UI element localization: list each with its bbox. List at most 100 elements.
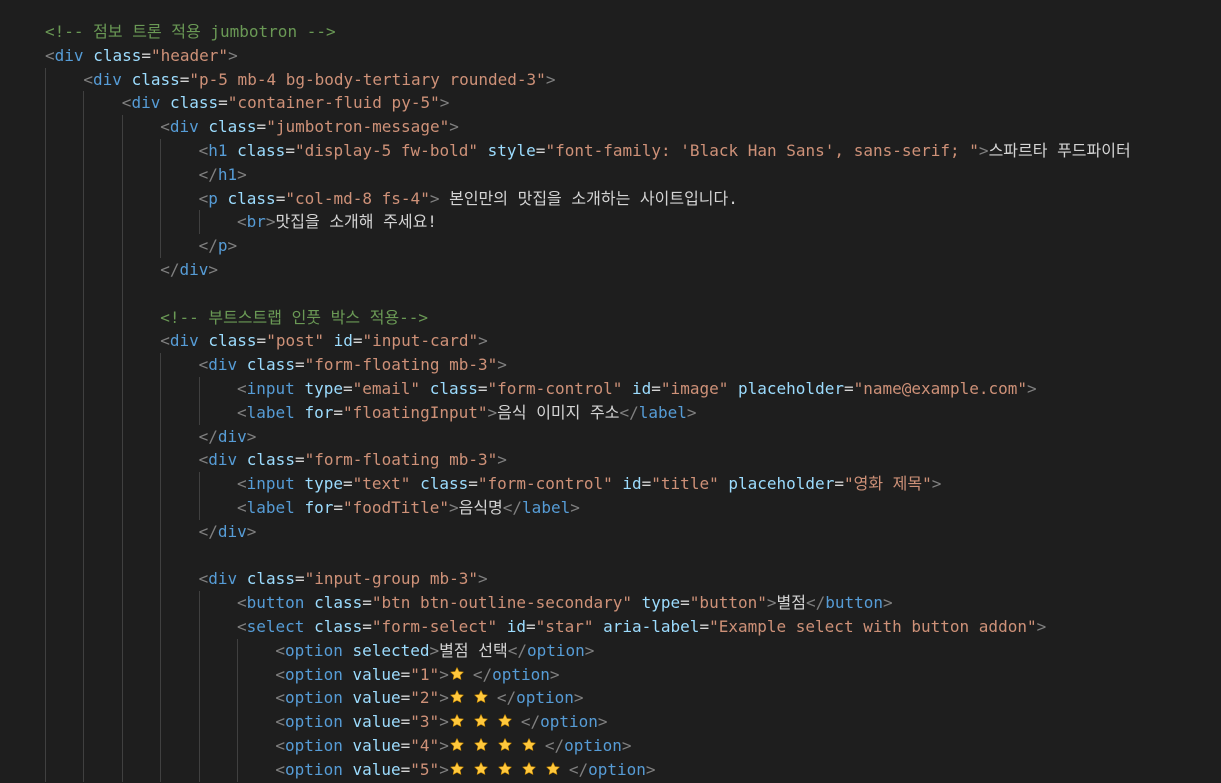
code-line[interactable]: <option value="5"> </option>	[45, 757, 1131, 782]
code-line[interactable]: <div class="jumbotron-message">	[45, 115, 1131, 139]
tag-name: div	[179, 259, 209, 279]
star-icon	[449, 736, 465, 752]
code-line[interactable]: <div class="container-fluid py-5">	[45, 91, 1131, 116]
code-line[interactable]: <div class="post" id="input-card">	[45, 329, 1131, 354]
code-line[interactable]: <button class="btn btn-outline-secondary…	[45, 591, 1131, 615]
code-line[interactable]: </div>	[45, 519, 1131, 544]
indent-guide	[83, 210, 85, 235]
tag-punctuation: >	[265, 212, 276, 232]
indent-guide	[237, 757, 238, 782]
code-line[interactable]: <h1 class="display-5 fw-bold" style="fon…	[45, 138, 1131, 163]
code-line[interactable]: <input type="text" class="form-control" …	[45, 472, 1131, 496]
tag-name: option	[285, 735, 343, 755]
indent-guide	[83, 257, 85, 282]
equals-sign: =	[294, 355, 305, 375]
tag-name: h1	[217, 164, 238, 184]
code-line[interactable]: <option value="3"> </option>	[45, 710, 1131, 734]
tag-punctuation: </	[198, 236, 218, 256]
equals-sign: =	[699, 616, 710, 636]
code-line[interactable]: </h1>	[45, 162, 1131, 187]
tag-punctuation: <	[237, 616, 247, 636]
line-content: <option selected>별점 선택</option>	[45, 641, 594, 660]
indent-guide	[45, 91, 46, 116]
line-content: <button class="btn btn-outline-secondary…	[45, 593, 893, 612]
attribute-name: id	[333, 331, 353, 351]
code-line[interactable]: <div class="form-floating mb-3">	[45, 353, 1131, 377]
equals-sign: =	[400, 735, 411, 755]
tag-punctuation: >	[237, 164, 247, 184]
attribute-value: "영화 제목"	[843, 474, 932, 494]
indent-guide	[45, 67, 46, 92]
tag-name: label	[638, 402, 687, 422]
code-line[interactable]: </div>	[45, 424, 1131, 449]
code-line[interactable]: </div>	[45, 257, 1131, 282]
indent-guide	[45, 495, 46, 520]
code-line[interactable]	[45, 281, 1131, 306]
indent-guide	[45, 686, 46, 711]
code-line[interactable]: <!-- 점보 트론 적용 jumbotron -->	[45, 20, 1131, 44]
tag-name: option	[588, 759, 646, 779]
code-line[interactable]: <div class="p-5 mb-4 bg-body-tertiary ro…	[45, 67, 1131, 92]
indent-guide	[83, 567, 85, 592]
code-line[interactable]: </p>	[45, 234, 1131, 258]
code-line[interactable]: <div class="header">	[45, 44, 1131, 68]
code-editor[interactable]: <!-- 점보 트론 적용 jumbotron --> <div class="h…	[0, 0, 1221, 783]
tag-punctuation: <	[237, 593, 247, 613]
tag-name: label	[246, 402, 295, 422]
equals-sign: =	[141, 45, 151, 65]
code-line[interactable]: <option value="1"> </option>	[45, 662, 1131, 687]
tag-punctuation: </	[619, 402, 639, 422]
indent-guide	[160, 662, 162, 687]
tag-punctuation: >	[227, 236, 238, 256]
tag-punctuation: </	[502, 497, 523, 517]
indent-guide	[121, 567, 123, 592]
tag-punctuation: >	[449, 117, 459, 137]
tag-punctuation: >	[246, 521, 257, 541]
line-content: <div class="form-floating mb-3">	[45, 355, 507, 374]
indent-guide	[83, 234, 85, 258]
tag-name: div	[131, 93, 161, 113]
code-line[interactable]: <option selected>별점 선택</option>	[45, 638, 1131, 663]
indent-guide	[198, 210, 200, 235]
code-line[interactable]: <option value="4"> </option>	[45, 733, 1131, 758]
indent-guide	[198, 400, 200, 425]
indent-guide	[198, 710, 200, 734]
tag-punctuation: >	[246, 426, 257, 446]
code-line[interactable]: <input type="email" class="form-control"…	[45, 376, 1131, 401]
code-line[interactable]: <select class="form-select" id="star" ar…	[45, 614, 1131, 639]
code-line[interactable]	[45, 543, 1131, 568]
indent-guide	[45, 662, 46, 687]
text-content: 별점 선택	[439, 640, 508, 660]
indent-guide	[83, 281, 85, 306]
code-line[interactable]: <!-- 부트스트랩 인풋 박스 적용-->	[45, 305, 1131, 330]
code-line[interactable]: <div class="input-group mb-3">	[45, 567, 1131, 592]
tag-punctuation: </	[198, 164, 218, 184]
equals-sign: =	[400, 712, 411, 732]
attribute-name: class	[420, 474, 469, 494]
code-line[interactable]: <label for="floatingInput">음식 이미지 주소</la…	[45, 400, 1131, 425]
attribute-value: "4"	[410, 735, 440, 755]
equals-sign: =	[468, 474, 478, 494]
indent-guide	[121, 257, 123, 282]
indent-guide	[121, 472, 123, 496]
indent-guide	[83, 91, 85, 116]
attribute-name: value	[352, 735, 401, 755]
attribute-name: class	[429, 378, 478, 398]
attribute-name: id	[622, 474, 642, 494]
tag-punctuation: >	[883, 593, 893, 613]
text-content: 음식명	[458, 497, 503, 517]
code-line[interactable]: <label for="foodTitle">음식명</label>	[45, 495, 1131, 520]
tag-punctuation: >	[573, 688, 584, 708]
code-line[interactable]: <div class="form-floating mb-3">	[45, 448, 1131, 473]
code-area[interactable]: <!-- 점보 트론 적용 jumbotron --> <div class="h…	[45, 20, 1131, 782]
tag-punctuation: >	[429, 640, 440, 660]
code-line[interactable]: <p class="col-md-8 fs-4"> 본인만의 맛집을 소개하는 …	[45, 186, 1131, 211]
tag-punctuation: <	[198, 569, 209, 589]
indent-guide	[160, 710, 162, 734]
code-line[interactable]: <option value="2"> </option>	[45, 686, 1131, 711]
code-line[interactable]: <br>맛집을 소개해 주세요!	[45, 210, 1131, 235]
line-content: </p>	[45, 236, 238, 256]
indent-guide	[160, 400, 162, 425]
equals-sign: =	[352, 331, 363, 351]
